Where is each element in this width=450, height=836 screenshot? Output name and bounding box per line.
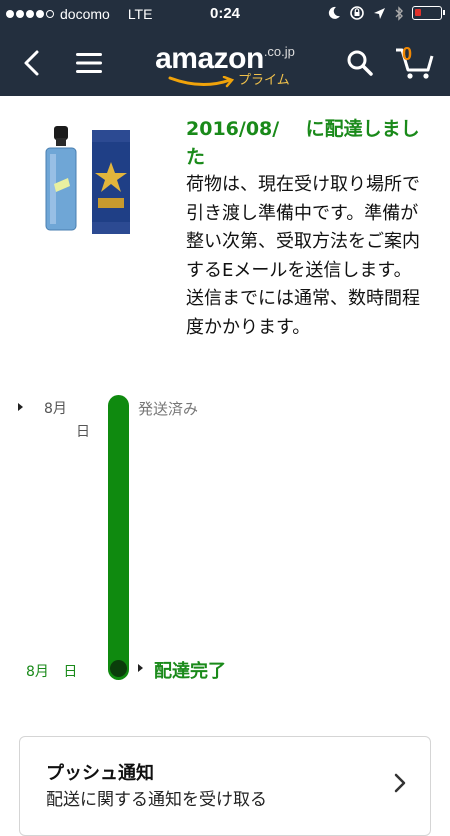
search-icon xyxy=(347,50,373,76)
shipped-status: 発送済み xyxy=(138,400,199,418)
battery-icon xyxy=(412,6,445,20)
status-bar: docomo LTE 0:24 xyxy=(0,0,450,30)
cart-button[interactable]: 0 xyxy=(392,30,438,96)
push-title: プッシュ通知 xyxy=(46,763,154,784)
timeline-progress-bar xyxy=(108,395,129,680)
delivery-heading: 2016/08/ に配達しました xyxy=(186,118,420,168)
search-button[interactable] xyxy=(343,30,377,96)
delivered-date: 8月 日 xyxy=(26,664,78,680)
status-right xyxy=(327,5,445,21)
amazon-logo[interactable]: amazon.co.jp プライム xyxy=(0,42,450,88)
cart-count: 0 xyxy=(401,44,412,64)
shipped-marker-icon xyxy=(18,403,23,411)
push-subtitle: 配送に関する通知を受け取る xyxy=(46,790,267,810)
timeline-end-dot xyxy=(110,660,127,677)
bluetooth-icon xyxy=(395,5,403,21)
cart-icon xyxy=(396,48,434,79)
logo-smile-icon xyxy=(168,76,235,88)
shipped-date: 8月 日 xyxy=(44,398,90,444)
delivery-message: 荷物は、現在受け取り場所で引き渡し準備中です。準備が整い次第、受取方法をご案内す… xyxy=(186,174,420,338)
location-arrow-icon xyxy=(374,7,385,19)
delivered-status: 配達完了 xyxy=(154,661,226,682)
shipped-day: 日 xyxy=(76,424,90,440)
chevron-right-icon xyxy=(394,773,406,793)
top-navigation-bar: amazon.co.jp プライム 0 xyxy=(0,30,450,96)
push-notification-card[interactable]: プッシュ通知 配送に関する通知を受け取る xyxy=(19,736,431,836)
logo-tld: .co.jp xyxy=(263,44,295,59)
shipped-month: 8月 xyxy=(44,401,67,417)
delivered-marker-icon xyxy=(138,664,143,672)
perfume-product-image[interactable] xyxy=(40,126,160,238)
moon-icon xyxy=(328,6,340,19)
rotation-lock-icon xyxy=(350,6,364,20)
logo-prime: プライム xyxy=(238,73,290,88)
